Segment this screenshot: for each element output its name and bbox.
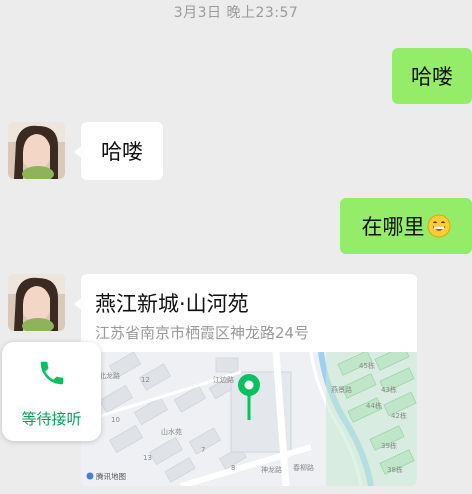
map-label: 45栋 — [359, 361, 375, 370]
map-label: 42栋 — [391, 411, 407, 420]
sent-message[interactable]: 在哪里 — [340, 198, 472, 254]
avatar[interactable] — [8, 122, 65, 179]
avatar[interactable] — [8, 274, 65, 331]
map-label: 13 — [143, 454, 152, 462]
map-label: 12 — [141, 376, 150, 384]
map-label: 39栋 — [381, 441, 397, 450]
map-label: 神龙路 — [261, 465, 282, 474]
received-message[interactable]: 哈喽 — [81, 122, 163, 180]
map-label: 8 — [231, 464, 235, 472]
message-text: 在哪里 — [361, 215, 425, 239]
map-label: 山水苑 — [161, 427, 182, 436]
map-label: 江边路 — [213, 375, 234, 384]
voice-call-widget[interactable]: 等待接听 — [2, 342, 101, 441]
location-address: 江苏省南京市栖霞区神龙路24号 — [95, 324, 310, 342]
map-label: 春柳路 — [293, 463, 314, 472]
map-label: 10 — [111, 416, 120, 424]
map-label: 38栋 — [387, 465, 403, 474]
map-label: 7 — [201, 446, 205, 454]
map-label: 北龙路 — [99, 371, 120, 380]
map-label: 44栋 — [366, 401, 382, 410]
grinning-face-icon — [427, 214, 450, 238]
map-provider-label: 腾讯地图 — [96, 471, 126, 481]
map-label: 燕景路 — [331, 385, 352, 394]
location-title: 燕江新城·山河苑 — [95, 292, 249, 316]
message-text: 哈喽 — [101, 140, 143, 164]
location-message[interactable]: 燕江新城·山河苑 江苏省南京市栖霞区神龙路24号 北龙路 12 10 江边路 山… — [81, 274, 417, 486]
map-label: 43栋 — [381, 385, 397, 394]
map-preview[interactable]: 北龙路 12 10 江边路 山水苑 13 7 8 神龙路 春柳路 燕景路 45栋… — [81, 352, 417, 486]
phone-icon — [40, 361, 64, 385]
sent-message[interactable]: 哈喽 — [392, 48, 472, 104]
timestamp: 3月3日 晚上23:57 — [173, 5, 299, 21]
message-text: 哈喽 — [411, 65, 453, 89]
call-status-label: 等待接听 — [21, 410, 82, 428]
